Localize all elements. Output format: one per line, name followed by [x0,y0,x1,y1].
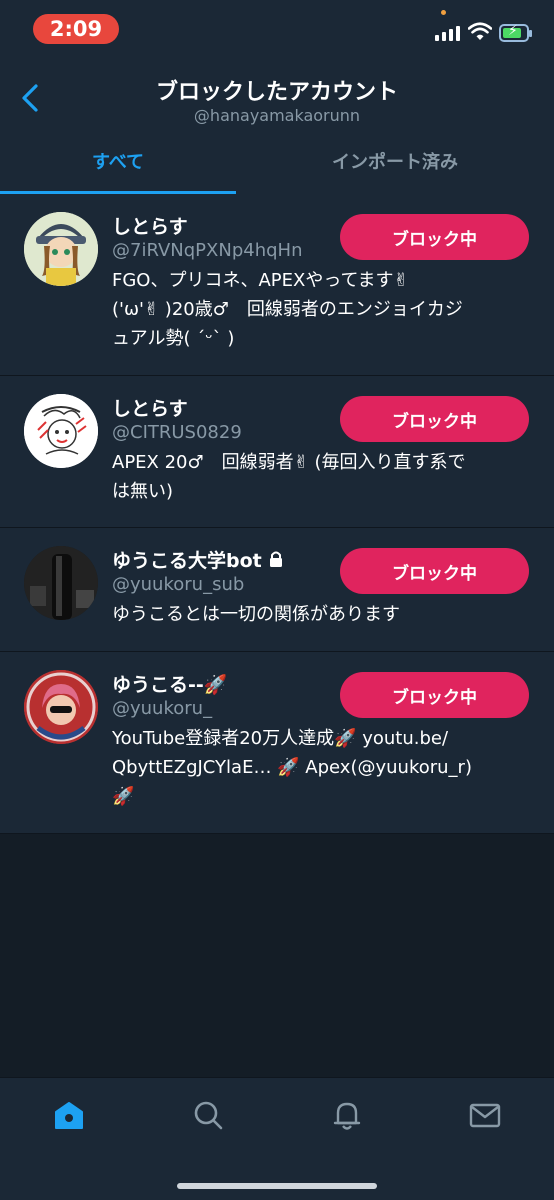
search-icon[interactable] [191,1098,225,1132]
wifi-icon [468,22,492,40]
tab-imported[interactable]: インポート済み [277,148,513,194]
orange-dot-indicator [441,10,446,15]
account-name: ゆうこる大学bot [112,546,284,573]
account-name: ゆうこる--🚀 [112,674,228,696]
account-bio: YouTube登録者20万人達成🚀 youtu.be/ QbyttEZgJCYl… [112,728,472,807]
account-bio: FGO、プリコネ、APEXやってます✌ ('ω'✌ )20歳♂ 回線弱者のエンジ… [112,270,463,349]
account-row[interactable]: ゆうこる--🚀 @yuukoru_ ブロック中 YouTube登録者20万人達成… [0,652,554,834]
account-name: しとらす [112,216,188,238]
lock-icon [269,551,282,567]
account-row[interactable]: しとらす @7iRVNqPXNp4hqHn ブロック中 FGO、プリコネ、APE… [0,194,554,376]
account-bio: ゆうこるとは一切の関係があります [112,604,400,625]
battery-charging-icon: ⚡ [499,23,532,42]
account-handle: @7iRVNqPXNp4hqHn [112,240,303,261]
avatar[interactable] [24,394,98,468]
blocking-button[interactable]: ブロック中 [340,214,529,260]
account-name: しとらす [112,398,188,420]
blocked-accounts-list: しとらす @7iRVNqPXNp4hqHn ブロック中 FGO、プリコネ、APE… [0,194,554,834]
bottom-tab-bar [0,1077,554,1200]
page-title: ブロックしたアカウント [155,80,398,105]
cellular-signal-icon [435,25,461,41]
avatar[interactable] [24,546,98,620]
status-bar: 2:09 ⚡ [0,0,554,56]
avatar[interactable] [24,670,98,744]
account-handle: @CITRUS0829 [112,422,242,443]
status-time: 2:09 [33,14,119,44]
avatar[interactable] [24,212,98,286]
account-bio: APEX 20♂ 回線弱者✌ (毎回入り直す系で は無い) [112,452,466,502]
home-icon[interactable] [52,1098,86,1132]
account-handle: @yuukoru_ [112,698,213,719]
notifications-icon[interactable] [330,1098,364,1132]
blocking-button[interactable]: ブロック中 [340,396,529,442]
home-indicator [177,1183,377,1189]
messages-icon[interactable] [468,1098,502,1132]
account-row[interactable]: ゆうこる大学bot @yuukoru_sub ブロック中 ゆうこるとは一切の関係… [0,528,554,652]
account-handle: @yuukoru_sub [112,574,245,595]
tab-all[interactable]: すべて [0,148,236,194]
blocking-button[interactable]: ブロック中 [340,672,529,718]
page-subtitle: @hanayamakaorunn [193,106,361,125]
blocking-button[interactable]: ブロック中 [340,548,529,594]
header: ブロックしたアカウント @hanayamakaorunn すべて インポート済み [0,56,554,194]
account-row[interactable]: しとらす @CITRUS0829 ブロック中 APEX 20♂ 回線弱者✌ (毎… [0,376,554,528]
